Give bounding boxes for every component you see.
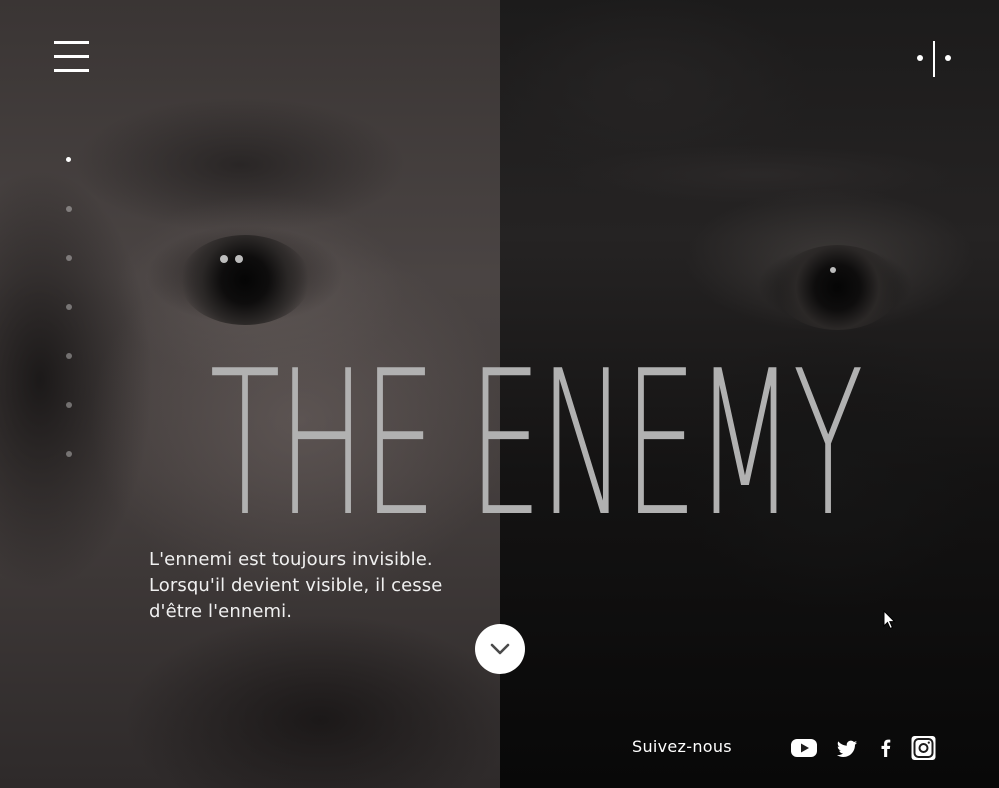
section-nav-dot-3[interactable] — [66, 255, 72, 261]
facebook-icon[interactable] — [878, 735, 892, 761]
section-nav-dot-7[interactable] — [66, 451, 72, 457]
section-nav-dot-5[interactable] — [66, 353, 72, 359]
youtube-icon[interactable] — [790, 735, 818, 761]
hero-tagline: L'ennemi est toujours invisible. Lorsqu'… — [149, 547, 479, 625]
right-eye — [775, 245, 900, 330]
section-nav-dot-4[interactable] — [66, 304, 72, 310]
hero-section: THE ENEMY L'ennemi est toujours invisibl… — [0, 0, 999, 788]
tagline-line-1: L'ennemi est toujours invisible. — [149, 549, 433, 570]
page-title: THE ENEMY — [209, 328, 864, 561]
mouse-cursor-icon — [883, 610, 896, 630]
tagline-line-3: d'être l'ennemi. — [149, 601, 293, 622]
follow-us-label: Suivez-nous — [632, 737, 732, 756]
instagram-icon[interactable] — [911, 735, 936, 761]
chevron-down-icon — [490, 643, 510, 655]
section-nav — [62, 150, 76, 470]
hamburger-menu-icon[interactable] — [54, 41, 89, 73]
section-nav-dot-1[interactable] — [66, 157, 71, 162]
tagline-line-2: Lorsqu'il devient visible, il cesse — [149, 575, 443, 596]
section-nav-dot-6[interactable] — [66, 402, 72, 408]
twitter-icon[interactable] — [836, 735, 858, 761]
logo-icon[interactable] — [914, 41, 954, 77]
scroll-down-button[interactable] — [475, 624, 525, 674]
section-nav-dot-2[interactable] — [66, 206, 72, 212]
left-eye — [180, 235, 310, 325]
